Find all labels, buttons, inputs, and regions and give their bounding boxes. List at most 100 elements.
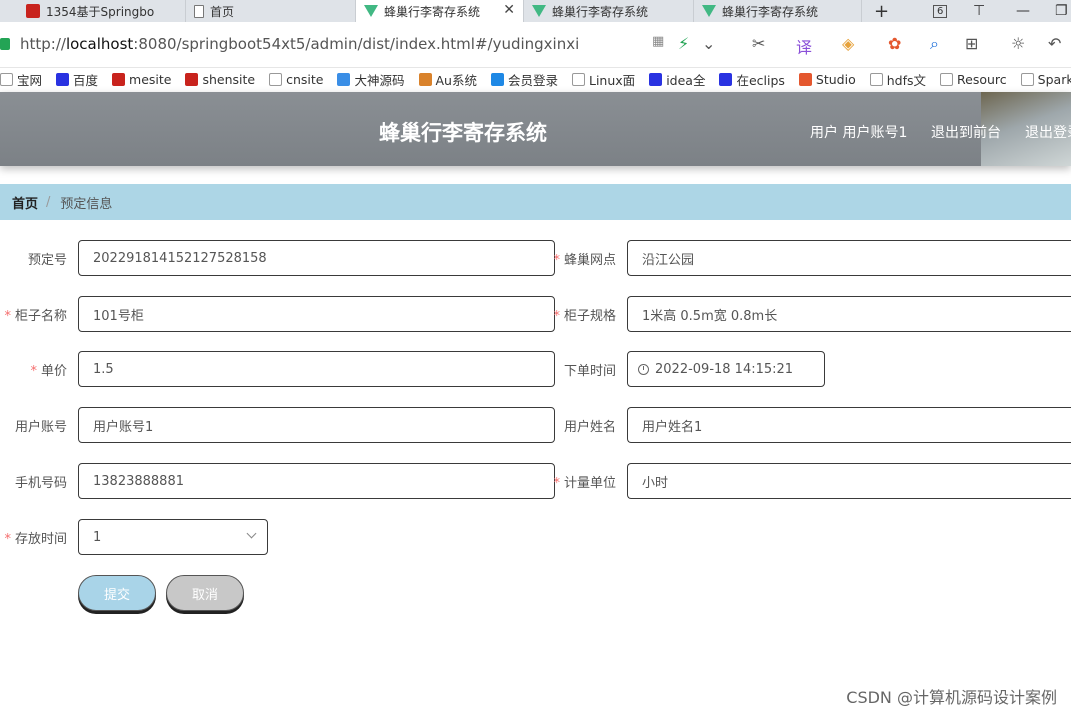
order-time-picker[interactable]: 2022-09-18 14:15:21 — [627, 351, 825, 387]
apps-icon[interactable]: ⊞ — [965, 34, 978, 53]
bookmark-icon — [1020, 72, 1034, 86]
translate-icon[interactable]: 译 — [796, 34, 812, 58]
price-input[interactable]: 1.5 — [78, 351, 555, 387]
bookmark-item[interactable]: mesite — [112, 72, 171, 87]
required-mark: * — [553, 253, 560, 268]
bookmark-item[interactable]: shensite — [185, 72, 255, 87]
submit-button[interactable]: 提交 — [78, 575, 156, 611]
breadcrumb-home[interactable]: 首页 — [12, 193, 38, 212]
bookmarks-bar: 宝网 百度 mesite shensite cnsite 大神源码 Au系统 会员登录 Linu… — [0, 68, 1071, 90]
bookmark-label: idea全 — [666, 72, 706, 88]
bookmark-item[interactable]: SparkSt — [1020, 72, 1071, 87]
browser-tab[interactable]: 1354基于Springbo — [18, 0, 186, 22]
bookmark-label: 在eclips — [736, 72, 785, 88]
bookmark-item[interactable]: cnsite — [269, 72, 323, 87]
label-text: 柜子规格 — [563, 309, 616, 324]
brightness-icon[interactable]: ☼ — [1011, 34, 1025, 53]
bookmark-icon — [798, 72, 812, 86]
search-icon[interactable]: ⌕ — [930, 34, 939, 54]
bookmark-label: Resourc — [957, 71, 1007, 87]
url-host: localhost — [65, 35, 134, 53]
url-field[interactable]: http://localhost:8080/springboot54xt5/ad… — [20, 35, 579, 53]
chevron-down-icon[interactable]: ⌄ — [702, 34, 715, 53]
restore-icon[interactable]: ❐ — [1055, 0, 1068, 22]
breadcrumb-separator: / — [46, 194, 51, 210]
bookmark-icon — [269, 72, 283, 86]
bookmark-icon — [572, 72, 585, 86]
vue-icon — [532, 5, 546, 17]
logout-link[interactable]: 退出登录 — [1025, 122, 1071, 142]
close-tab-icon[interactable]: ✕ — [503, 2, 515, 18]
browser-tab[interactable]: 首页 — [186, 0, 356, 22]
bookmark-item[interactable]: 宝网 — [0, 70, 42, 89]
cabinet-name-input[interactable]: 101号柜 — [78, 296, 555, 332]
bookmark-label: 大神源码 — [354, 72, 405, 88]
bookmark-label: mesite — [129, 71, 172, 87]
account-input[interactable]: 用户账号1 — [78, 407, 555, 443]
minimize-icon[interactable]: — — [1016, 0, 1030, 22]
name-input[interactable]: 用户姓名1 — [627, 407, 1071, 443]
bookmark-icon — [649, 72, 663, 86]
phone-input[interactable]: 13823888881 — [78, 463, 555, 499]
grid-icon[interactable]: ▦ — [652, 34, 664, 49]
site-label: * 蜂巢网点 — [553, 249, 616, 268]
label-text: 用户账号 — [14, 420, 67, 435]
tab-count-badge[interactable]: 6 — [933, 0, 948, 22]
url-path: :8080/springboot54xt5/admin/dist/index.h… — [133, 35, 580, 53]
site-input[interactable]: 沿江公园 — [627, 240, 1071, 276]
bookmark-label: cnsite — [286, 71, 324, 87]
bookmark-item[interactable]: Linux面 — [572, 70, 635, 89]
app-header: 蜂巢行李寄存系统 用户 用户账号1 退出到前台 退出登录 — [0, 92, 1071, 166]
new-tab-button[interactable]: + — [874, 0, 889, 22]
required-mark: * — [553, 476, 560, 491]
game-icon[interactable]: ✿ — [888, 34, 901, 53]
bookmark-icon — [490, 72, 504, 86]
duration-select[interactable]: 1 — [78, 519, 268, 555]
clock-icon — [638, 363, 649, 375]
bookmark-item[interactable]: 在eclips — [719, 70, 785, 89]
bookmark-item[interactable]: 大神源码 — [337, 70, 405, 89]
bookmark-item[interactable]: 会员登录 — [490, 70, 558, 89]
label-text: 蜂巢网点 — [563, 253, 616, 268]
bookmark-item[interactable]: hdfs文 — [869, 70, 926, 89]
name-label: 用户姓名 — [564, 416, 616, 435]
unit-input[interactable]: 小时 — [627, 463, 1071, 499]
label-text: 下单时间 — [563, 364, 616, 379]
shield-icon[interactable]: ◈ — [842, 34, 854, 53]
tab-title: 蜂巢行李寄存系统 — [722, 4, 819, 19]
breadcrumb-current: 预定信息 — [60, 196, 113, 212]
lightning-icon[interactable]: ⚡ — [678, 34, 689, 53]
bookmark-item[interactable]: 百度 — [56, 70, 98, 89]
plus-icon: + — [874, 0, 890, 22]
browser-tab-bar: 1354基于Springbo 首页 蜂巢行李寄存系统 ✕ 蜂巢行李寄存系统 蜂巢… — [0, 0, 1071, 22]
chevron-down-icon — [246, 528, 257, 539]
undo-icon[interactable]: ↶ — [1048, 34, 1061, 53]
app-title: 蜂巢行李寄存系统 — [379, 121, 547, 145]
bookmark-icon — [719, 72, 733, 86]
browser-tab[interactable]: 蜂巢行李寄存系统 — [524, 0, 694, 22]
cancel-button[interactable]: 取消 — [166, 575, 244, 611]
breadcrumb: 首页 / 预定信息 — [0, 184, 1071, 220]
bookmark-item[interactable]: Au系统 — [418, 70, 477, 89]
label-text: 计量单位 — [563, 476, 616, 491]
order-time-label: 下单时间 — [564, 360, 616, 379]
secure-icon — [0, 38, 10, 50]
label-text: 用户姓名 — [563, 420, 616, 435]
shirt-icon[interactable]: ⊤ — [973, 0, 985, 22]
scissors-icon[interactable]: ✂ — [752, 34, 765, 53]
tab-title: 首页 — [210, 4, 235, 19]
bookmark-item[interactable]: idea全 — [649, 70, 705, 89]
current-user-label: 用户 用户账号1 — [810, 125, 908, 141]
browser-tab-active[interactable]: 蜂巢行李寄存系统 ✕ — [356, 0, 524, 22]
vue-icon — [364, 5, 378, 17]
bookmark-label: 百度 — [73, 72, 99, 88]
bookmark-item[interactable]: Resourc — [940, 72, 1007, 87]
back-to-front-link[interactable]: 退出到前台 — [931, 122, 1001, 142]
browser-tab[interactable]: 蜂巢行李寄存系统 — [694, 0, 862, 22]
label-text: 单价 — [40, 364, 67, 379]
cabinet-spec-input[interactable]: 1米高 0.5m宽 0.8m长 — [627, 296, 1071, 332]
unit-label: * 计量单位 — [553, 472, 616, 491]
bookmark-icon — [0, 72, 13, 86]
bookmark-item[interactable]: Studio — [798, 72, 856, 87]
order-no-input[interactable]: 2022918141521275281​58 — [78, 240, 555, 276]
